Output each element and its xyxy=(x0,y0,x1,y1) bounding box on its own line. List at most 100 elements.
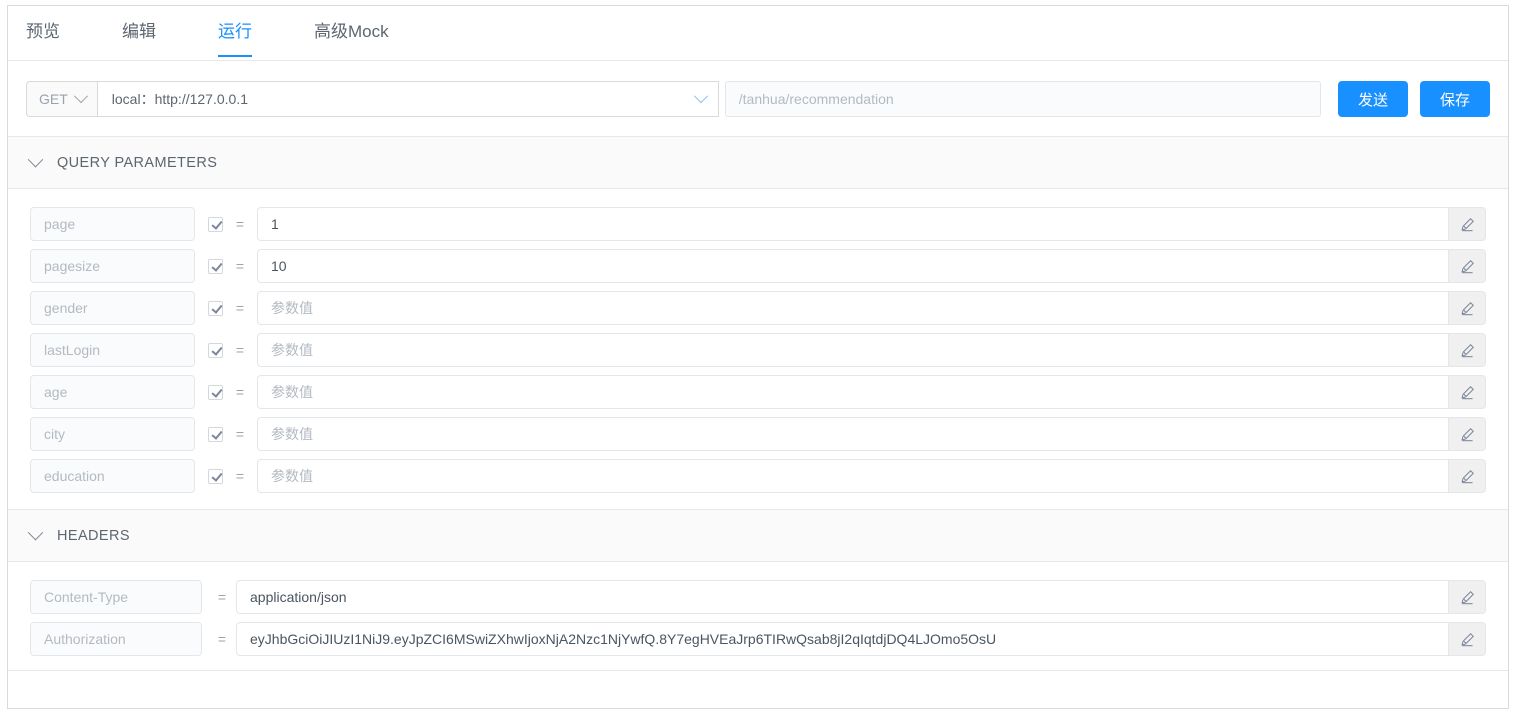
param-edit-button[interactable] xyxy=(1448,375,1486,409)
equals-sign: = xyxy=(208,631,236,647)
equals-sign: = xyxy=(223,216,257,232)
param-enabled-checkbox[interactable] xyxy=(208,217,223,232)
param-value-placeholder: 参数值 xyxy=(271,340,313,360)
param-key-placeholder: city xyxy=(44,426,65,442)
header-value-input[interactable]: eyJhbGciOiJIUzI1NiJ9.eyJpZCI6MSwiZXhwIjo… xyxy=(236,622,1448,656)
param-key-placeholder: gender xyxy=(44,300,88,316)
tab-preview[interactable]: 预览 xyxy=(26,6,60,46)
tab-edit[interactable]: 编辑 xyxy=(122,6,156,46)
pencil-icon xyxy=(1460,259,1475,274)
param-value-input[interactable]: 1 xyxy=(257,207,1448,241)
header-value-text: eyJhbGciOiJIUzI1NiJ9.eyJpZCI6MSwiZXhwIjo… xyxy=(250,631,996,647)
param-value-input[interactable]: 参数值 xyxy=(257,375,1448,409)
query-param-row: education = 参数值 xyxy=(8,455,1508,497)
header-edit-button[interactable] xyxy=(1448,580,1486,614)
param-enabled-checkbox[interactable] xyxy=(208,385,223,400)
param-key-input[interactable]: education xyxy=(30,459,195,493)
param-value-input[interactable]: 参数值 xyxy=(257,417,1448,451)
tab-underline xyxy=(218,55,252,57)
param-key-input[interactable]: gender xyxy=(30,291,195,325)
param-value-input[interactable]: 参数值 xyxy=(257,333,1448,367)
param-key-placeholder: education xyxy=(44,468,105,484)
param-key-input[interactable]: pagesize xyxy=(30,249,195,283)
param-key-placeholder: lastLogin xyxy=(44,342,100,358)
request-path-input[interactable]: /tanhua/recommendation xyxy=(725,81,1321,117)
param-enabled-checkbox[interactable] xyxy=(208,301,223,316)
param-edit-button[interactable] xyxy=(1448,249,1486,283)
param-enabled-checkbox[interactable] xyxy=(208,427,223,442)
param-enabled-checkbox[interactable] xyxy=(208,343,223,358)
query-param-row: pagesize = 10 xyxy=(8,245,1508,287)
equals-sign: = xyxy=(223,342,257,358)
request-path-placeholder: /tanhua/recommendation xyxy=(739,91,894,107)
param-value-placeholder: 参数值 xyxy=(271,382,313,402)
header-value-input[interactable]: application/json xyxy=(236,580,1448,614)
query-parameters-list: page = 1 pagesize = 10 gender xyxy=(8,189,1508,509)
param-value-input[interactable]: 参数值 xyxy=(257,291,1448,325)
param-value-placeholder: 参数值 xyxy=(271,298,313,318)
pencil-icon xyxy=(1460,590,1475,605)
param-enabled-checkbox[interactable] xyxy=(208,469,223,484)
query-param-row: city = 参数值 xyxy=(8,413,1508,455)
header-value-text: application/json xyxy=(250,589,347,605)
param-edit-button[interactable] xyxy=(1448,207,1486,241)
param-key-placeholder: page xyxy=(44,216,75,232)
pencil-icon xyxy=(1460,343,1475,358)
query-parameters-header[interactable]: QUERY PARAMETERS xyxy=(8,136,1508,189)
query-parameters-title: QUERY PARAMETERS xyxy=(57,155,217,171)
query-param-row: age = 参数值 xyxy=(8,371,1508,413)
bottom-divider xyxy=(8,670,1508,671)
param-edit-button[interactable] xyxy=(1448,459,1486,493)
param-value-placeholder: 参数值 xyxy=(271,466,313,486)
tab-bar: 预览 编辑 运行 高级Mock xyxy=(8,6,1508,61)
equals-sign: = xyxy=(223,468,257,484)
pencil-icon xyxy=(1460,427,1475,442)
environment-label: local：http://127.0.0.1 xyxy=(112,89,248,109)
param-value-input[interactable]: 10 xyxy=(257,249,1448,283)
param-edit-button[interactable] xyxy=(1448,333,1486,367)
equals-sign: = xyxy=(208,589,236,605)
request-bar: GET local：http://127.0.0.1 /tanhua/recom… xyxy=(8,61,1508,136)
tab-advanced-mock[interactable]: 高级Mock xyxy=(314,6,389,46)
param-key-placeholder: age xyxy=(44,384,67,400)
tab-run[interactable]: 运行 xyxy=(218,6,252,46)
equals-sign: = xyxy=(223,426,257,442)
send-button[interactable]: 发送 xyxy=(1338,81,1408,117)
param-value-placeholder: 参数值 xyxy=(271,424,313,444)
param-key-input[interactable]: city xyxy=(30,417,195,451)
save-button[interactable]: 保存 xyxy=(1420,81,1490,117)
tab-edit-label: 编辑 xyxy=(122,22,156,41)
param-enabled-checkbox[interactable] xyxy=(208,259,223,274)
param-edit-button[interactable] xyxy=(1448,417,1486,451)
tab-preview-label: 预览 xyxy=(26,22,60,41)
query-param-row: lastLogin = 参数值 xyxy=(8,329,1508,371)
param-edit-button[interactable] xyxy=(1448,291,1486,325)
equals-sign: = xyxy=(223,300,257,316)
chevron-down-icon xyxy=(694,89,708,103)
headers-header[interactable]: HEADERS xyxy=(8,509,1508,562)
tab-run-label: 运行 xyxy=(218,22,252,41)
query-param-row: page = 1 xyxy=(8,203,1508,245)
app-screenshot: 预览 编辑 运行 高级Mock GET xyxy=(0,0,1516,716)
environment-select[interactable]: local：http://127.0.0.1 xyxy=(97,81,719,117)
param-value-input[interactable]: 参数值 xyxy=(257,459,1448,493)
chevron-down-icon xyxy=(74,89,88,103)
header-row: Authorization = eyJhbGciOiJIUzI1NiJ9.eyJ… xyxy=(8,618,1508,660)
header-key-input[interactable]: Authorization xyxy=(30,622,202,656)
pencil-icon xyxy=(1460,301,1475,316)
tab-advanced-mock-label: 高级Mock xyxy=(314,22,389,41)
method-label: GET xyxy=(39,91,68,107)
header-key-input[interactable]: Content-Type xyxy=(30,580,202,614)
chevron-down-icon xyxy=(28,152,44,168)
equals-sign: = xyxy=(223,384,257,400)
pencil-icon xyxy=(1460,217,1475,232)
chevron-down-icon xyxy=(28,525,44,541)
param-key-input[interactable]: age xyxy=(30,375,195,409)
header-edit-button[interactable] xyxy=(1448,622,1486,656)
header-key-placeholder: Content-Type xyxy=(44,589,128,605)
query-param-row: gender = 参数值 xyxy=(8,287,1508,329)
param-key-input[interactable]: page xyxy=(30,207,195,241)
param-key-input[interactable]: lastLogin xyxy=(30,333,195,367)
pencil-icon xyxy=(1460,469,1475,484)
method-select[interactable]: GET xyxy=(27,82,97,116)
